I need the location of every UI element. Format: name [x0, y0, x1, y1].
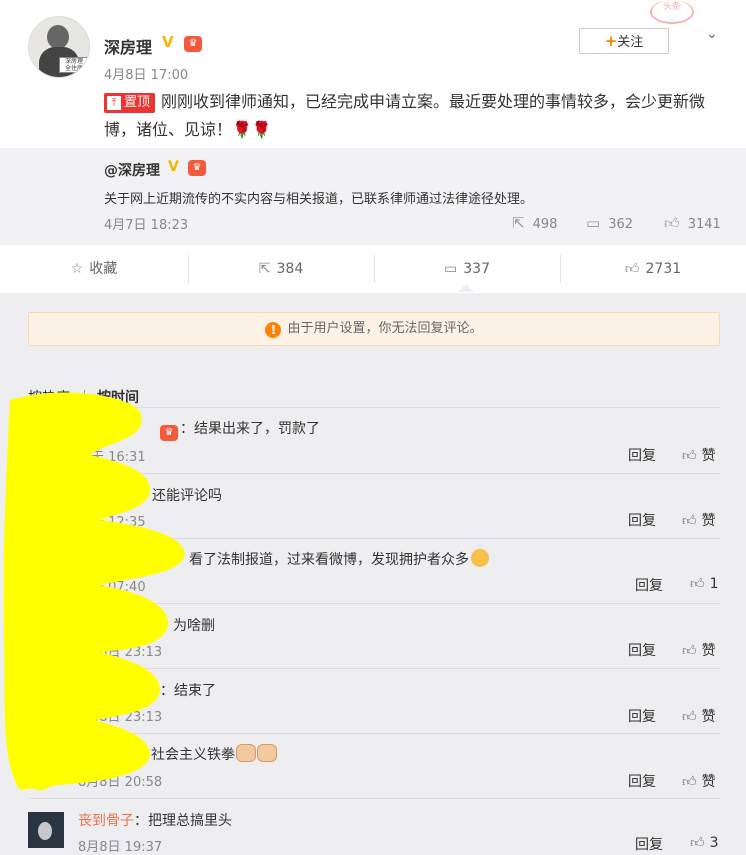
comment-text: 看了法制报道，过来看微博，发现拥护者众多: [189, 549, 489, 569]
member-crown-icon: ♛: [188, 160, 206, 176]
thumbs-up-icon: 👍︎: [690, 835, 705, 851]
comment-time[interactable]: 今天 12:35: [78, 511, 146, 530]
comment-text: 丧到骨子：把理总搞里头: [78, 813, 232, 829]
sort-by-time[interactable]: 按时间: [97, 387, 139, 407]
fist-emoji-icon: [236, 744, 256, 762]
comment-text: 为啥删: [173, 618, 215, 634]
comment-time[interactable]: 今天 16:31: [78, 446, 146, 465]
repost-text: 关于网上近期流传的不实内容与相关报道，已联系律师通过法律途径处理。: [104, 192, 534, 207]
repost-like-count[interactable]: 👍︎ 3141: [664, 214, 721, 233]
member-crown-icon: ♛: [184, 36, 202, 52]
share-icon: ⇱: [512, 214, 525, 232]
comment-like-button[interactable]: 👍︎ 赞: [682, 706, 716, 726]
comment-text: ♛ ：结果出来了，罚款了: [160, 418, 320, 441]
chevron-down-icon[interactable]: ⌄: [706, 26, 718, 42]
thumbs-up-icon: 👍︎: [690, 576, 705, 592]
comment-like-button[interactable]: 👍︎ 3: [690, 834, 719, 851]
stamp-decoration: 头条: [650, 0, 694, 24]
warning-icon: !: [265, 322, 282, 338]
fist-emoji-icon: [257, 744, 277, 762]
reply-button[interactable]: 回复: [635, 834, 663, 854]
reply-button[interactable]: 回复: [628, 771, 656, 791]
star-icon: ☆: [70, 261, 84, 277]
comment-time[interactable]: 8月8日 19:37: [78, 836, 162, 855]
post-time[interactable]: 4月8日 17:00: [104, 64, 188, 83]
reply-button[interactable]: 回复: [628, 706, 656, 726]
commenter-name[interactable]: 丧到骨子: [78, 813, 134, 829]
repost-comment-count[interactable]: ▭ 362: [586, 214, 633, 232]
follow-button[interactable]: +关注: [579, 28, 669, 54]
comment-time[interactable]: 8月8日 20:58: [78, 771, 162, 790]
thumbs-up-icon: 👍︎: [664, 214, 680, 232]
thumbs-up-icon: 👍︎: [682, 448, 697, 464]
reply-button[interactable]: 回复: [635, 575, 663, 595]
like-button[interactable]: 👍︎ 2731: [560, 245, 746, 293]
comment-time[interactable]: 8月8日 23:13: [78, 641, 162, 660]
comment-time[interactable]: 今天 07:40: [78, 576, 146, 595]
post-action-bar: ☆ 收藏 ⇱ 384 ▭ 337 👍︎ 2731: [0, 244, 746, 293]
thumbs-up-icon: 👍︎: [682, 513, 697, 529]
thumbs-up-icon: 👍︎: [682, 774, 697, 790]
user-avatar[interactable]: 深房理 全住房: [28, 16, 90, 78]
reply-button[interactable]: 回复: [628, 510, 656, 530]
comment-time[interactable]: 8月8日 23:13: [78, 706, 162, 725]
reply-button[interactable]: 回复: [628, 640, 656, 660]
commenter-avatar[interactable]: [28, 812, 64, 848]
thumbs-up-icon: 👍︎: [682, 643, 697, 659]
active-tab-caret: [458, 284, 474, 292]
comment-icon: ▭: [444, 261, 458, 277]
reply-button[interactable]: 回复: [628, 445, 656, 465]
favorite-button[interactable]: ☆ 收藏: [0, 245, 188, 293]
pinned-badge: ⤒ 置顶: [104, 93, 156, 113]
pin-icon: ⤒: [107, 96, 121, 110]
comment-like-button[interactable]: 👍︎ 1: [690, 575, 719, 592]
comment-text: ：结束了: [160, 683, 216, 699]
share-button[interactable]: ⇱ 384: [188, 245, 374, 293]
comment-text: 社会主义铁拳: [151, 744, 277, 764]
thumbs-up-icon: 👍︎: [624, 261, 640, 277]
comment-like-button[interactable]: 👍︎ 赞: [682, 510, 716, 530]
sort-by-hot[interactable]: 按热度: [28, 387, 70, 407]
comment-icon: ▭: [586, 214, 601, 232]
reply-disabled-notice: ! 由于用户设置，你无法回复评论。: [28, 312, 720, 346]
verified-icon: V: [162, 33, 174, 51]
comment-like-button[interactable]: 👍︎ 赞: [682, 640, 716, 660]
laughing-cry-emoji-icon: [471, 549, 489, 567]
thumbs-up-icon: 👍︎: [682, 709, 697, 725]
verified-icon: V: [168, 159, 179, 175]
share-icon: ⇱: [258, 261, 271, 277]
post-text: ⤒ 置顶 刚刚收到律师通知，已经完成申请立案。最近要处理的事情较多，会少更新微博，诸…: [104, 92, 706, 139]
comment-like-button[interactable]: 👍︎ 赞: [682, 771, 716, 791]
comment-like-button[interactable]: 👍︎ 赞: [682, 445, 716, 465]
comment-text: 还能评论吗: [152, 488, 222, 504]
repost-share-count[interactable]: ⇱ 498: [512, 214, 557, 232]
member-crown-icon: ♛: [160, 425, 178, 441]
post-user-name[interactable]: 深房理: [104, 34, 152, 58]
repost-time[interactable]: 4月7日 18:23: [104, 214, 188, 233]
repost-user-name[interactable]: @深房理: [104, 160, 160, 180]
